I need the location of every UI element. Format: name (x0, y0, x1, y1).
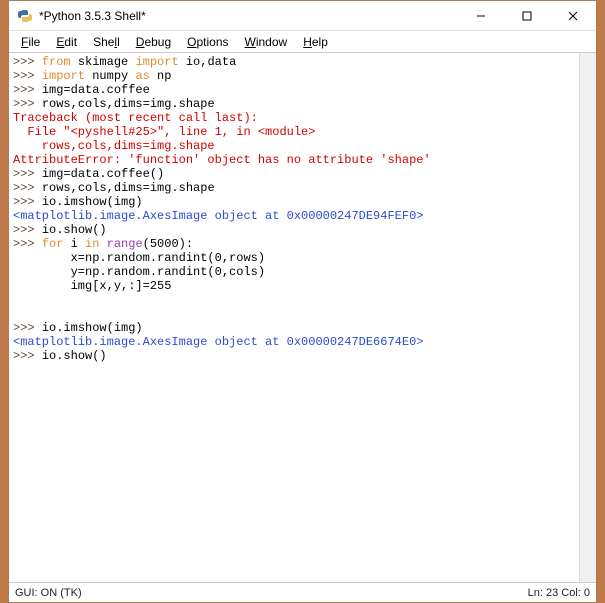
window-title: *Python 3.5.3 Shell* (39, 9, 458, 23)
status-right: Ln: 23 Col: 0 (528, 587, 590, 599)
editor-area[interactable]: >>> from skimage import io,data >>> impo… (9, 53, 596, 582)
menu-options[interactable]: Options (187, 35, 228, 49)
statusbar: GUI: ON (TK) Ln: 23 Col: 0 (9, 582, 596, 602)
window-controls (458, 1, 596, 30)
vertical-scrollbar[interactable] (579, 53, 596, 582)
menu-window[interactable]: Window (245, 35, 288, 49)
status-left: GUI: ON (TK) (15, 587, 82, 599)
menu-help[interactable]: Help (303, 35, 328, 49)
code-content[interactable]: >>> from skimage import io,data >>> impo… (9, 53, 596, 365)
menubar: File Edit Shell Debug Options Window Hel… (9, 31, 596, 53)
menu-debug[interactable]: Debug (136, 35, 171, 49)
python-icon (17, 8, 33, 24)
menu-edit[interactable]: Edit (56, 35, 77, 49)
titlebar[interactable]: *Python 3.5.3 Shell* (9, 1, 596, 31)
close-button[interactable] (550, 1, 596, 30)
maximize-button[interactable] (504, 1, 550, 30)
minimize-button[interactable] (458, 1, 504, 30)
menu-file[interactable]: File (21, 35, 40, 49)
menu-shell[interactable]: Shell (93, 35, 120, 49)
app-window: *Python 3.5.3 Shell* File Edit Shell Deb… (8, 0, 597, 603)
